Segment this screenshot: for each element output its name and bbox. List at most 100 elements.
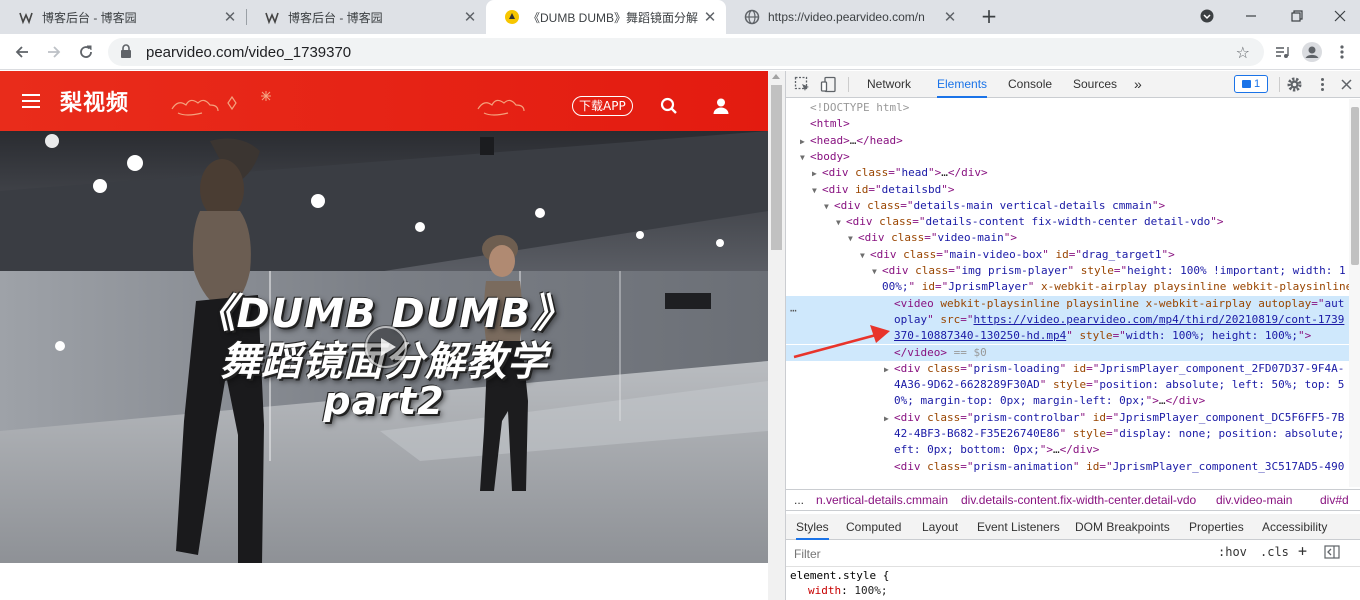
dom-node-line[interactable]: <html> bbox=[786, 116, 1349, 132]
devtools-tab-sources[interactable]: Sources bbox=[1073, 71, 1117, 98]
play-icon[interactable] bbox=[364, 325, 408, 369]
subtab-properties[interactable]: Properties bbox=[1189, 514, 1244, 540]
breadcrumb-item[interactable]: div.details-content.fix-width-center.det… bbox=[961, 490, 1196, 510]
breadcrumb-item[interactable]: div#d bbox=[1320, 490, 1349, 510]
dom-node-line[interactable]: <div class="prism-animation" id="JprismP… bbox=[786, 459, 1349, 475]
subtab-computed[interactable]: Computed bbox=[846, 514, 901, 540]
dom-token: style bbox=[1080, 264, 1114, 277]
new-tab-button[interactable]: + bbox=[978, 5, 1000, 27]
tab-title: 博客后台 - 博客园 bbox=[288, 10, 383, 25]
close-window-icon[interactable] bbox=[1320, 0, 1360, 32]
dom-node-line[interactable]: ▶ <div class="prism-controlbar" id="Jpris… bbox=[786, 410, 1349, 426]
style-value[interactable]: 100%; bbox=[854, 584, 887, 597]
dom-node-line[interactable]: ▼ <div class="main-video-box" id="drag_ta… bbox=[786, 247, 1349, 263]
collapse-triangle-icon[interactable]: ▼ bbox=[836, 215, 846, 231]
dom-node-line[interactable]: eft: 0px; bottom: 0px;">…</div> bbox=[786, 442, 1349, 458]
dom-node-line[interactable]: ▶ <div class="head">…</div> bbox=[786, 165, 1349, 181]
lock-icon[interactable] bbox=[120, 43, 134, 62]
browser-tab-4[interactable]: https://video.pearvideo.com/n ✕ bbox=[726, 0, 966, 34]
class-toggle[interactable]: .cls bbox=[1260, 545, 1289, 559]
device-toolbar-icon[interactable] bbox=[820, 76, 837, 93]
scrollbar-thumb[interactable] bbox=[1351, 107, 1359, 265]
tab-close-icon[interactable]: ✕ bbox=[462, 8, 478, 26]
dom-tree[interactable]: <!DOCTYPE html> <html> ▶ <head>…</head> ▼ <bo… bbox=[786, 99, 1349, 487]
close-devtools-icon[interactable] bbox=[1338, 76, 1355, 93]
devtools-tab-console[interactable]: Console bbox=[1008, 71, 1052, 98]
breadcrumb-ellipsis[interactable]: ... bbox=[794, 490, 804, 510]
devtools-tab-network[interactable]: Network bbox=[867, 71, 911, 98]
forward-arrow-icon[interactable] bbox=[42, 40, 66, 64]
collapse-triangle-icon[interactable]: ▼ bbox=[812, 183, 822, 199]
dom-node-line[interactable]: ▼ <div class="details-main vertical-detai… bbox=[786, 198, 1349, 214]
dom-node-line[interactable]: ▼ <div class="video-main"> bbox=[786, 230, 1349, 246]
address-bar[interactable]: pearvideo.com/video_1739370 ☆ bbox=[108, 38, 1264, 66]
back-arrow-icon[interactable] bbox=[10, 40, 34, 64]
dom-node-line[interactable]: ▼ <div class="details-content fix-width-c… bbox=[786, 214, 1349, 230]
more-tabs-chevron-icon[interactable]: » bbox=[1134, 71, 1142, 98]
breadcrumb-item[interactable]: n.vertical-details.cmmain bbox=[816, 490, 948, 510]
settings-gear-icon[interactable] bbox=[1286, 76, 1303, 93]
collapse-triangle-icon[interactable]: ▼ bbox=[872, 264, 882, 280]
reload-icon[interactable] bbox=[74, 40, 98, 64]
node-actions-ellipsis-icon[interactable]: ⋯ bbox=[790, 304, 797, 317]
style-property[interactable]: width bbox=[808, 584, 841, 597]
tab-close-icon[interactable]: ✕ bbox=[702, 8, 718, 26]
devtools-menu-kebab-icon[interactable] bbox=[1314, 76, 1331, 93]
browser-tab-2[interactable]: 博客后台 - 博客园 ✕ bbox=[246, 0, 486, 34]
restore-icon[interactable] bbox=[1274, 0, 1320, 32]
bookmark-star-icon[interactable]: ☆ bbox=[1236, 43, 1250, 62]
expand-triangle-icon[interactable]: ▶ bbox=[812, 166, 822, 182]
tab-close-icon[interactable]: ✕ bbox=[222, 8, 238, 26]
expand-triangle-icon[interactable]: ▶ bbox=[884, 411, 894, 427]
collapse-triangle-icon[interactable]: ▼ bbox=[824, 199, 834, 215]
subtab-event-listeners[interactable]: Event Listeners bbox=[977, 514, 1060, 540]
menu-kebab-icon[interactable] bbox=[1330, 40, 1354, 64]
dom-token: JprismPlayer_component_2FD07D37-9F4A- bbox=[1099, 361, 1345, 375]
dom-node-line[interactable]: ▶ <head>…</head> bbox=[786, 133, 1349, 149]
dom-node-line[interactable]: 42-4BF3-B682-F35E26740E86" style="displa… bbox=[786, 426, 1349, 442]
page-scrollbar[interactable] bbox=[768, 71, 785, 600]
profile-avatar-icon[interactable] bbox=[1300, 40, 1324, 64]
collapse-triangle-icon[interactable]: ▼ bbox=[860, 248, 870, 264]
dom-node-line[interactable]: ▼ <div id="detailsbd"> bbox=[786, 182, 1349, 198]
inspect-element-icon[interactable] bbox=[794, 76, 811, 93]
devtools-tab-elements[interactable]: Elements bbox=[937, 71, 988, 98]
new-style-rule-button[interactable]: + bbox=[1298, 542, 1307, 560]
collapse-triangle-icon[interactable]: ▼ bbox=[800, 150, 810, 166]
issues-badge[interactable]: 1 bbox=[1234, 75, 1268, 93]
media-control-icon[interactable] bbox=[1270, 40, 1294, 64]
scrollbar-thumb[interactable] bbox=[771, 85, 782, 250]
styles-filter-input[interactable] bbox=[790, 544, 1210, 564]
subtab-layout[interactable]: Layout bbox=[922, 514, 958, 540]
hover-state-toggle[interactable]: :hov bbox=[1218, 545, 1247, 559]
dom-node-line[interactable]: 0%; margin-top: 0px; margin-left: 0px;">… bbox=[786, 393, 1349, 409]
browser-tab-3[interactable]: 《DUMB DUMB》舞蹈镜面分解 ✕ bbox=[486, 0, 726, 34]
dom-node-line[interactable]: <video webkit-playsinline playsinline x-… bbox=[786, 295, 1349, 312]
dom-node-line[interactable]: ▼ <div class="img prism-player" style="he… bbox=[786, 263, 1349, 279]
subtab-dom-breakpoints[interactable]: DOM Breakpoints bbox=[1075, 514, 1170, 540]
subtab-styles[interactable]: Styles bbox=[796, 514, 829, 540]
dom-tree-scrollbar[interactable] bbox=[1349, 99, 1360, 487]
minimize-icon[interactable] bbox=[1228, 0, 1274, 32]
tab-close-icon[interactable]: ✕ bbox=[942, 8, 958, 26]
download-app-button[interactable]: 下载APP bbox=[572, 96, 633, 116]
dom-node-line[interactable]: 00%;" id="JprismPlayer" x-webkit-airplay… bbox=[786, 279, 1349, 295]
dom-node-line[interactable]: ▼ <body> bbox=[786, 149, 1349, 165]
dom-node-line[interactable]: 4A36-9D62-6628289F30AD" style="position:… bbox=[786, 377, 1349, 393]
site-logo[interactable]: 梨视频 bbox=[60, 85, 129, 117]
dom-node-line[interactable]: <!DOCTYPE html> bbox=[786, 100, 1349, 116]
subtab-accessibility[interactable]: Accessibility bbox=[1262, 514, 1327, 540]
expand-triangle-icon[interactable]: ▶ bbox=[800, 134, 810, 150]
hamburger-menu-icon[interactable] bbox=[22, 94, 40, 108]
dom-token: id bbox=[1055, 247, 1069, 261]
user-icon[interactable] bbox=[712, 97, 730, 119]
video-player[interactable]: 《DUMB DUMB》 舞蹈镜面分解教学 part2 bbox=[0, 131, 768, 563]
search-icon[interactable] bbox=[660, 97, 678, 119]
breadcrumb-item[interactable]: div.video-main bbox=[1216, 490, 1292, 510]
tab-search-icon[interactable] bbox=[1184, 0, 1230, 32]
browser-tab-1[interactable]: 博客后台 - 博客园 ✕ bbox=[0, 0, 246, 34]
style-declaration[interactable]: width: 100%; bbox=[808, 583, 888, 599]
toggle-sidebar-icon[interactable] bbox=[1324, 545, 1340, 562]
scroll-up-arrow-icon[interactable] bbox=[772, 74, 780, 79]
collapse-triangle-icon[interactable]: ▼ bbox=[848, 231, 858, 247]
